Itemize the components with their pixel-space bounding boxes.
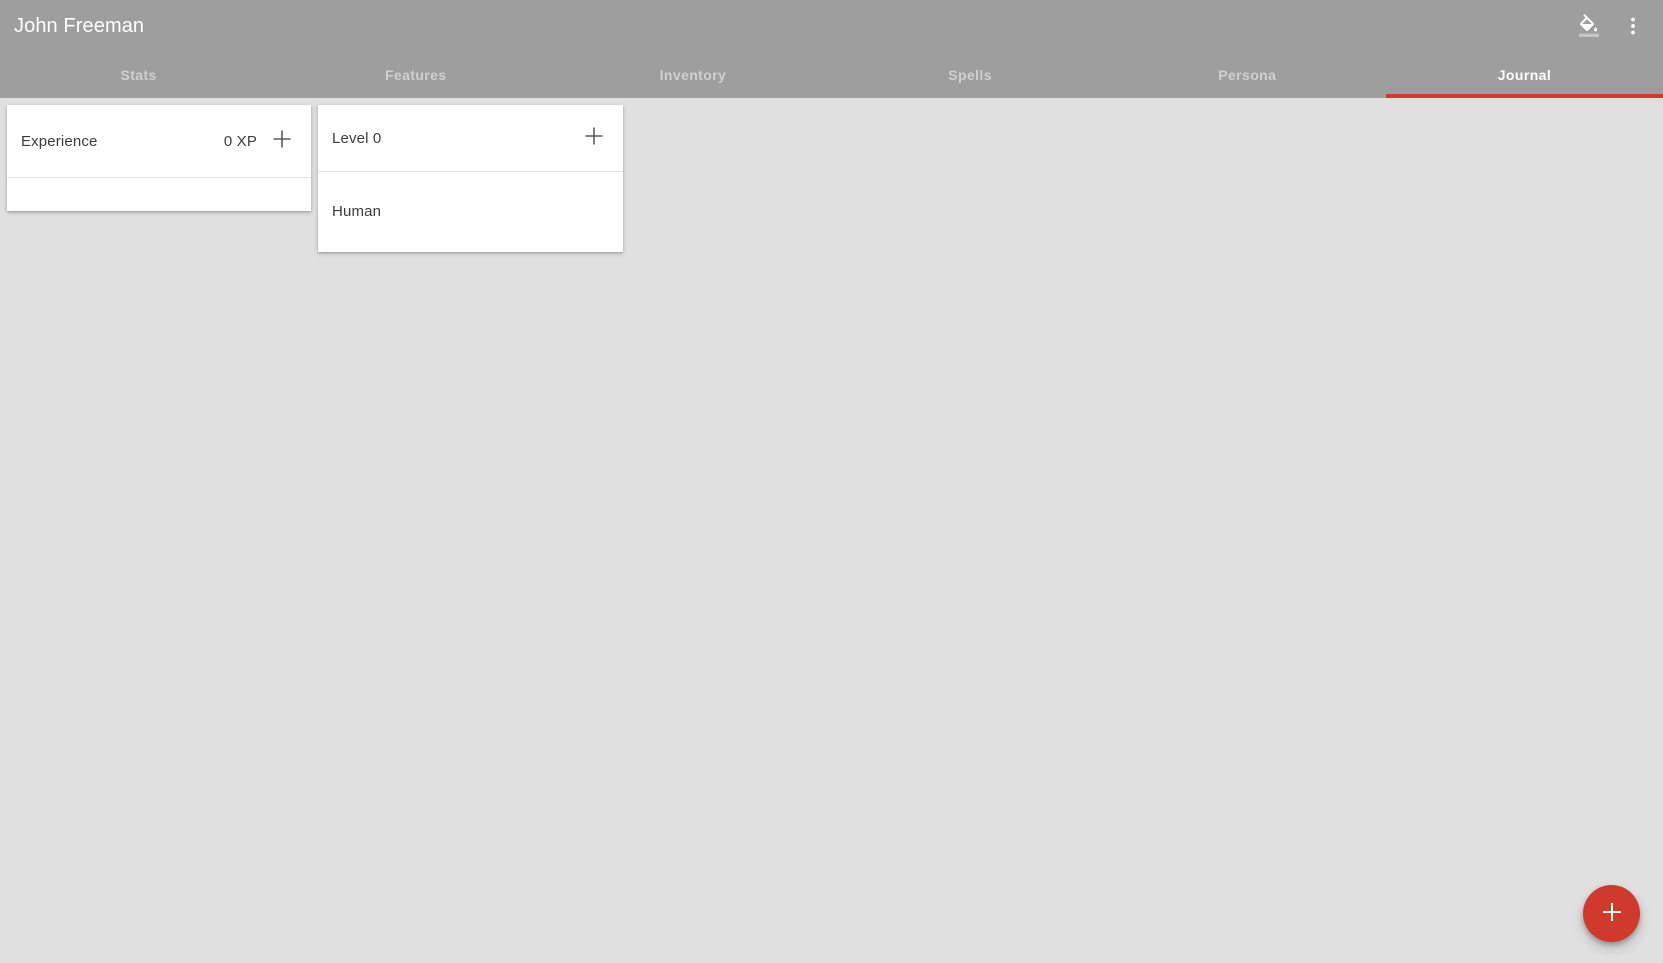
add-experience-button[interactable] bbox=[269, 128, 295, 154]
experience-row[interactable]: Experience 0 XP bbox=[7, 105, 311, 177]
add-entry-fab[interactable] bbox=[1583, 885, 1640, 942]
app-bar-actions bbox=[1567, 4, 1655, 48]
level-card[interactable]: Level 0 Human bbox=[318, 105, 623, 252]
experience-empty-row bbox=[7, 177, 311, 211]
add-level-button[interactable] bbox=[581, 125, 607, 151]
plus-icon bbox=[271, 128, 293, 155]
app-bar-top-row: John Freeman bbox=[0, 0, 1663, 52]
app-bar: John Freeman Stats Features Inventory Sp… bbox=[0, 0, 1663, 98]
tab-label: Journal bbox=[1497, 67, 1552, 83]
tab-label: Spells bbox=[948, 67, 992, 83]
tab-label: Features bbox=[384, 67, 447, 83]
level-row[interactable]: Level 0 bbox=[318, 105, 623, 171]
level-label: Level 0 bbox=[332, 129, 382, 147]
tab-spells[interactable]: Spells bbox=[832, 52, 1109, 98]
experience-label: Experience bbox=[21, 132, 98, 150]
tab-persona[interactable]: Persona bbox=[1109, 52, 1386, 98]
tab-bar: Stats Features Inventory Spells Persona … bbox=[0, 52, 1663, 98]
tab-inventory[interactable]: Inventory bbox=[554, 52, 831, 98]
tab-features[interactable]: Features bbox=[277, 52, 554, 98]
tab-label: Persona bbox=[1218, 67, 1277, 83]
more-vert-icon bbox=[1621, 14, 1645, 38]
race-label: Human bbox=[332, 203, 382, 220]
experience-value: 0 XP bbox=[223, 132, 257, 150]
plus-icon bbox=[583, 125, 605, 152]
journal-content: Experience 0 XP Level 0 Human bbox=[0, 98, 1663, 963]
experience-card[interactable]: Experience 0 XP bbox=[7, 105, 311, 211]
format-color-fill-icon bbox=[1577, 14, 1601, 38]
page-title: John Freeman bbox=[14, 15, 145, 37]
tab-journal[interactable]: Journal bbox=[1385, 52, 1663, 98]
race-row[interactable]: Human bbox=[318, 171, 623, 251]
plus-icon bbox=[1599, 899, 1625, 928]
more-options-button[interactable] bbox=[1611, 4, 1655, 48]
tab-stats[interactable]: Stats bbox=[0, 52, 277, 98]
format-color-fill-button[interactable] bbox=[1567, 4, 1611, 48]
tab-label: Stats bbox=[120, 67, 157, 83]
tab-label: Inventory bbox=[659, 67, 727, 83]
